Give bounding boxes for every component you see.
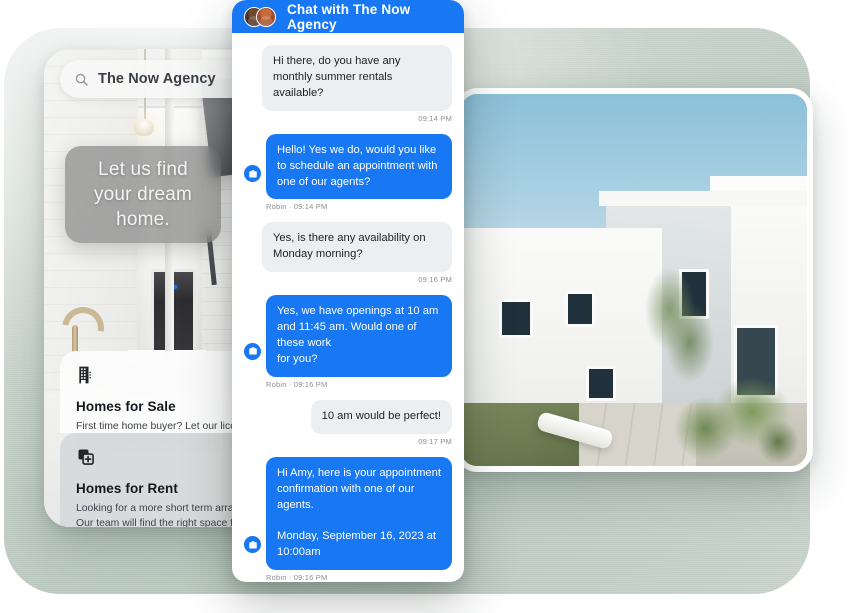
- briefcase-glyph: [248, 170, 257, 178]
- message-row: Hello! Yes we do, would you like to sche…: [244, 133, 452, 200]
- roof-ledge: [599, 190, 807, 206]
- shrub: [661, 361, 807, 466]
- message-timestamp: 09:17 PM: [418, 436, 452, 446]
- message-timestamp: 09:14 PM: [418, 113, 452, 123]
- hero-headline: Let us find your dream home.: [93, 158, 193, 231]
- message-bubble: Yes, is there any availability on Monday…: [262, 222, 452, 273]
- pendant-bulb: [134, 119, 155, 136]
- window: [564, 291, 596, 327]
- agent-avatars: [244, 6, 278, 27]
- agency-badge-icon: [244, 536, 261, 554]
- message-bubble: Hello! Yes we do, would you like to sche…: [266, 133, 452, 200]
- message-row: Yes, we have openings at 10 am and 11:45…: [244, 295, 452, 377]
- hero-card: Let us find your dream home.: [65, 146, 221, 243]
- message-list[interactable]: Hi there, do you have any monthly summer…: [232, 33, 464, 582]
- message-row: 10 am would be perfect!: [244, 399, 452, 434]
- message-meta: Robin · 09:16 PM: [266, 573, 328, 582]
- search-value: The Now Agency: [98, 71, 216, 87]
- briefcase-glyph: [248, 540, 257, 549]
- agent-avatar-2: [256, 6, 276, 27]
- agency-badge-icon: [244, 165, 261, 183]
- building-icon: [79, 366, 91, 384]
- window: [499, 298, 533, 339]
- chat-header: Chat with The Now Agency: [232, 0, 464, 33]
- message-meta: Robin · 09:14 PM: [266, 202, 328, 212]
- message-row: Yes, is there any availability on Monday…: [244, 222, 452, 273]
- message-bubble: Hi there, do you have any monthly summer…: [262, 45, 452, 111]
- agency-badge-icon: [244, 342, 261, 360]
- property-photo-card: [455, 88, 813, 472]
- message-timestamp: 09:16 PM: [418, 275, 452, 285]
- message-bubble: Yes, we have openings at 10 am and 11:45…: [266, 295, 452, 377]
- briefcase-glyph: [248, 347, 257, 355]
- message-bubble: Hi Amy, here is your appointment confirm…: [266, 456, 452, 571]
- message-row: Hi Amy, here is your appointment confirm…: [244, 456, 452, 571]
- property-photo: [461, 94, 807, 466]
- copy-stack-icon: [78, 449, 94, 465]
- search-icon: [75, 73, 88, 86]
- message-bubble: 10 am would be perfect!: [310, 399, 452, 434]
- message-meta: Robin · 09:16 PM: [266, 379, 328, 389]
- window: [585, 365, 616, 402]
- message-row: Hi there, do you have any monthly summer…: [244, 45, 452, 111]
- chat-window: Chat with The Now Agency Hi there, do yo…: [232, 0, 464, 582]
- chat-title: Chat with The Now Agency: [287, 1, 411, 32]
